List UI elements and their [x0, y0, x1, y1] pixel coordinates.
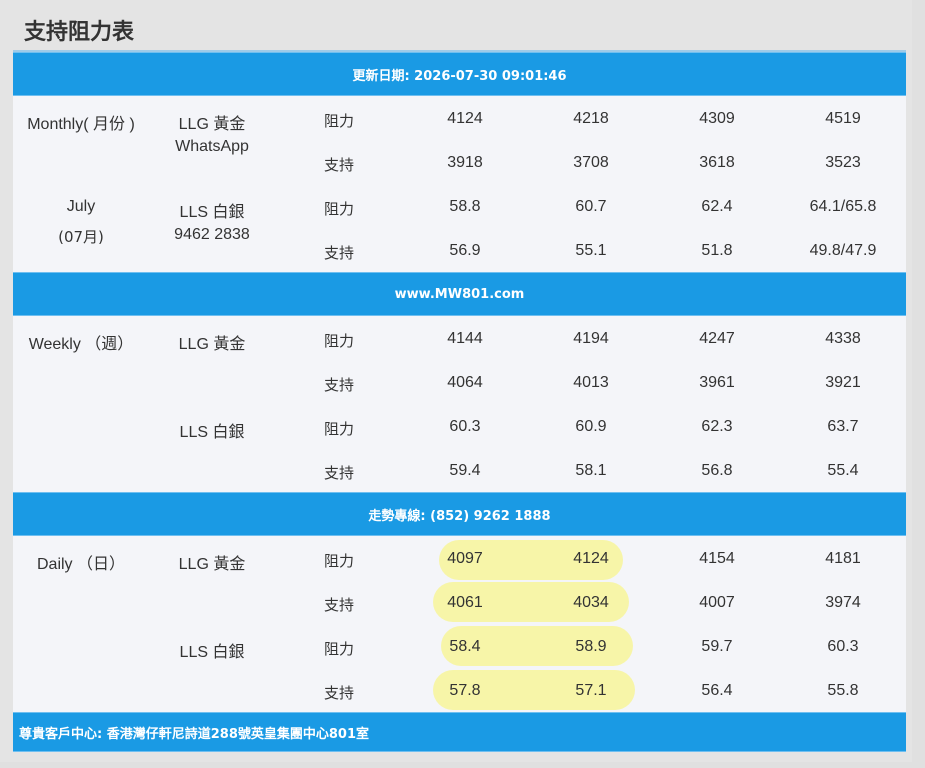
- level-value: 4181: [825, 550, 861, 567]
- level-value: 55.1: [575, 242, 607, 259]
- row-type-label: 支持: [323, 376, 355, 394]
- level-value: 4144: [447, 330, 483, 347]
- daily-section: Daily （日） LLG 黃金 LLS 白銀 阻力 4097 4124 415…: [13, 536, 906, 712]
- level-value: 63.7: [827, 418, 859, 435]
- weekly-lls-label: LLS 白銀: [179, 424, 245, 441]
- level-value: 51.8: [701, 242, 733, 259]
- level-value: 55.8: [827, 682, 859, 699]
- row-type-label: 阻力: [323, 420, 355, 438]
- level-value: 3961: [699, 374, 735, 391]
- level-value: 60.7: [575, 198, 607, 215]
- level-value: 4007: [699, 594, 735, 611]
- level-value: 55.4: [827, 462, 859, 479]
- level-value: 62.3: [701, 418, 733, 435]
- level-value: 3708: [573, 154, 609, 171]
- page-title: 支持阻力表: [24, 20, 135, 45]
- row-type-label: 阻力: [323, 332, 355, 350]
- row-type-label: 阻力: [323, 112, 355, 130]
- level-value: 58.9: [575, 638, 607, 655]
- level-value: 56.4: [701, 682, 733, 699]
- level-value: 3618: [699, 154, 735, 171]
- level-value: 3974: [825, 594, 861, 611]
- level-value: 56.9: [449, 242, 481, 259]
- monthly-lls-label: LLS 白銀: [179, 204, 245, 221]
- website-banner: www.MW801.com: [13, 272, 906, 316]
- level-value: 4097: [447, 550, 483, 567]
- monthly-llg-label: LLG 黃金: [178, 116, 246, 133]
- level-value: 57.1: [575, 682, 607, 699]
- level-value: 4247: [699, 330, 735, 347]
- row-type-label: 支持: [323, 464, 355, 482]
- level-value: 60.3: [827, 638, 859, 655]
- level-value: 59.4: [449, 462, 481, 479]
- update-date-banner: 更新日期: 2026-07-30 09:01:46: [13, 52, 906, 96]
- level-value: 60.3: [449, 418, 481, 435]
- level-value: 3918: [447, 154, 483, 171]
- row-type-label: 支持: [323, 596, 355, 614]
- level-value: 3921: [825, 374, 861, 391]
- level-value: 4519: [825, 110, 861, 127]
- monthly-section: Monthly( 月份 ) July (07月) LLG 黃金 WhatsApp…: [13, 96, 906, 272]
- support-resistance-table: 更新日期: 2026-07-30 09:01:46 Monthly( 月份 ) …: [13, 50, 906, 752]
- level-value: 62.4: [701, 198, 733, 215]
- level-value: 4064: [447, 374, 483, 391]
- level-value: 4154: [699, 550, 735, 567]
- level-value: 58.8: [449, 198, 481, 215]
- level-value: 4124: [447, 110, 483, 127]
- level-value: 4309: [699, 110, 735, 127]
- level-value: 4034: [573, 594, 609, 611]
- daily-llg-label: LLG 黃金: [178, 556, 246, 573]
- row-type-label: 支持: [323, 156, 355, 174]
- level-value: 4218: [573, 110, 609, 127]
- monthly-period-label: Monthly( 月份 ): [27, 116, 135, 133]
- whatsapp-number: 9462 2838: [174, 226, 250, 243]
- weekly-period-label: Weekly （週）: [28, 336, 134, 353]
- level-value: 64.1/65.8: [809, 198, 877, 215]
- row-type-label: 支持: [323, 684, 355, 702]
- level-value: 56.8: [701, 462, 733, 479]
- monthly-month-number: (07月): [58, 228, 104, 246]
- customer-center-banner: 尊貴客戶中心: 香港灣仔軒尼詩道288號英皇集團中心801室: [13, 712, 906, 752]
- content-panel: 支持阻力表 更新日期: 2026-07-30 09:01:46 Monthly(…: [0, 0, 912, 762]
- whatsapp-label: WhatsApp: [175, 138, 249, 155]
- level-value: 49.8/47.9: [809, 242, 877, 259]
- level-value: 58.1: [575, 462, 607, 479]
- row-type-label: 阻力: [323, 640, 355, 658]
- level-value: 4061: [447, 594, 483, 611]
- daily-lls-label: LLS 白銀: [179, 644, 245, 661]
- level-value: 3523: [825, 154, 861, 171]
- weekly-section: Weekly （週） LLG 黃金 LLS 白銀 阻力 4144 4194 42…: [13, 316, 906, 492]
- level-value: 58.4: [449, 638, 481, 655]
- hotline-banner: 走勢專線: (852) 9262 1888: [13, 492, 906, 536]
- weekly-llg-label: LLG 黃金: [178, 336, 246, 353]
- level-value: 59.7: [701, 638, 733, 655]
- level-value: 57.8: [449, 682, 481, 699]
- level-value: 4338: [825, 330, 861, 347]
- level-value: 60.9: [575, 418, 607, 435]
- monthly-month-label: July: [66, 198, 96, 215]
- level-value: 4194: [573, 330, 609, 347]
- daily-period-label: Daily （日）: [36, 556, 126, 573]
- row-type-label: 阻力: [323, 552, 355, 570]
- level-value: 4124: [573, 550, 609, 567]
- row-type-label: 阻力: [323, 200, 355, 218]
- row-type-label: 支持: [323, 244, 355, 262]
- level-value: 4013: [573, 374, 609, 391]
